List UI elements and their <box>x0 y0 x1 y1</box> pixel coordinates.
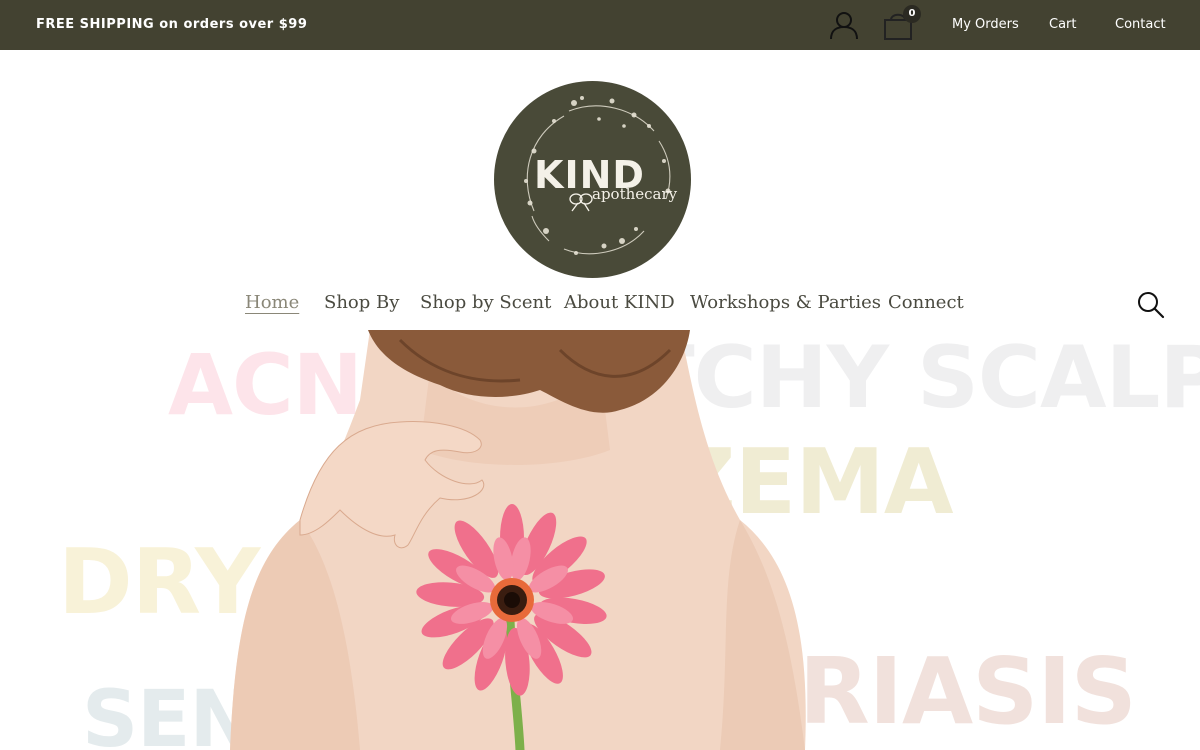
kind-apothecary-logo[interactable]: KIND apothecary <box>494 81 691 278</box>
nav-connect[interactable]: Connect <box>888 292 964 313</box>
main-nav: Home Shop By Shop by Scent About KIND Wo… <box>0 292 1200 320</box>
hero-banner: ACNE ITCHY SCALP ECZEMA DRY PSORIASIS SE… <box>0 330 1200 750</box>
nav-home[interactable]: Home <box>245 292 299 313</box>
hero-image <box>230 330 806 750</box>
logo-subtitle: apothecary <box>592 185 678 203</box>
cart-link[interactable]: Cart <box>1049 17 1077 32</box>
account-icon[interactable] <box>828 9 860 41</box>
cart-count-badge: 0 <box>903 5 921 23</box>
contact-link[interactable]: Contact <box>1115 17 1166 32</box>
my-orders-link[interactable]: My Orders <box>952 17 1019 32</box>
nav-shop-by[interactable]: Shop By <box>324 292 399 313</box>
free-shipping-banner: FREE SHIPPING on orders over $99 <box>36 17 308 32</box>
top-bar: FREE SHIPPING on orders over $99 0 My Or… <box>0 0 1200 50</box>
nav-workshops-parties[interactable]: Workshops & Parties <box>690 292 881 313</box>
search-icon[interactable] <box>1136 290 1166 320</box>
nav-shop-by-scent[interactable]: Shop by Scent <box>420 292 551 313</box>
nav-about-kind[interactable]: About KIND <box>564 292 675 313</box>
